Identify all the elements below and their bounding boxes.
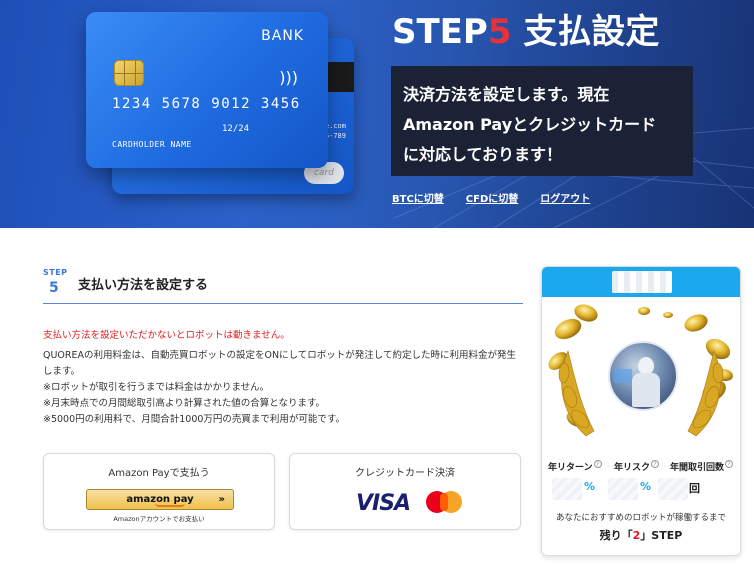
hero-links: BTCに切替 CFDに切替 ログアウト bbox=[392, 190, 590, 205]
hero-banner: the.com na6-789 card BANK ))) 1234 5678 … bbox=[0, 0, 754, 228]
credit-card-option[interactable]: クレジットカード決済 VISA bbox=[289, 453, 521, 530]
amazon-pay-subtext: Amazonアカウントでお支払い bbox=[113, 515, 205, 523]
stat-label: 年リターン bbox=[548, 463, 593, 473]
card-expiry: 12/24 bbox=[222, 124, 250, 134]
recommend-text: あなたにおすすめのロボットが稼働するまで bbox=[555, 513, 726, 523]
section-step-label: STEP bbox=[43, 268, 68, 277]
robot-screen bbox=[614, 369, 632, 383]
amazon-pay-button[interactable]: amazon pay » bbox=[86, 489, 234, 510]
hero-description: 決済方法を設定します。現在 Amazon Payとクレジットカード に対応してお… bbox=[403, 85, 657, 164]
stat-label: 年間取引回数 bbox=[670, 463, 725, 473]
stat-value-redacted bbox=[608, 478, 638, 500]
remaining-prefix: 残り「 bbox=[599, 529, 633, 542]
stat-annual-trades-label: 年間取引回数? bbox=[670, 460, 734, 473]
amazon-smile-icon bbox=[155, 503, 185, 507]
robot-image bbox=[608, 341, 678, 411]
stat-annual-return-label: 年リターン? bbox=[548, 460, 602, 473]
page-title-prefix: STEP bbox=[392, 12, 488, 52]
stat-value-redacted bbox=[552, 478, 582, 500]
robot-card-header bbox=[542, 267, 740, 297]
fee-note: ※月末時点での月間総取引高より計算された値の合算となります。 bbox=[43, 398, 326, 409]
stat-label: 年リスク bbox=[614, 463, 651, 473]
credit-card-front-illustration: BANK ))) 1234 5678 9012 3456 12/24 CARDH… bbox=[86, 12, 328, 168]
fee-note: QUOREAの利用料金は、自動売買ロボットの設定をONにしてロボットが発注して約… bbox=[43, 350, 517, 377]
help-icon[interactable]: ? bbox=[651, 460, 660, 468]
remaining-steps: 残り「2」STEP bbox=[542, 527, 740, 543]
stat-annual-risk-label: 年リスク? bbox=[614, 460, 660, 473]
credit-card-label: クレジットカード決済 bbox=[355, 468, 455, 479]
help-icon[interactable]: ? bbox=[593, 460, 602, 468]
magnetic-stripe bbox=[328, 62, 354, 92]
page-title: STEP5 支払設定 bbox=[392, 4, 659, 53]
card-bank-name: BANK bbox=[261, 28, 304, 44]
stat-value-redacted bbox=[658, 478, 688, 500]
card-number: 1234 5678 9012 3456 bbox=[112, 96, 301, 112]
section-step-number: 5 bbox=[49, 280, 59, 296]
section-title: 支払い方法を設定する bbox=[78, 278, 209, 293]
page-title-suffix: 支払設定 bbox=[511, 12, 660, 52]
mastercard-overlap bbox=[440, 493, 448, 511]
fee-note: ※ロボットが取引を行うまでは料金はかかりません。 bbox=[43, 382, 270, 393]
robot-body bbox=[632, 373, 660, 407]
warning-text: 支払い方法を設定いただかないとロボットは動きません。 bbox=[43, 330, 290, 341]
fee-notes: QUOREAの利用料金は、自動売買ロボットの設定をONにしてロボットが発注して約… bbox=[43, 348, 525, 428]
mastercard-logo-icon bbox=[426, 491, 462, 513]
stat-unit: 回 bbox=[689, 482, 700, 495]
card-holder: CARDHOLDER NAME bbox=[112, 140, 192, 149]
fee-note: ※5000円の利用料で、月間合計1000万円の売買まで利用が可能です。 bbox=[43, 414, 345, 425]
visa-logo-icon: VISA bbox=[356, 491, 411, 516]
switch-cfd-link[interactable]: CFDに切替 bbox=[466, 190, 518, 205]
section-header: STEP 5 支払い方法を設定する bbox=[43, 266, 523, 304]
amazon-pay-option[interactable]: Amazon Payで支払う amazon pay » Amazonアカウントで… bbox=[43, 453, 275, 530]
card-chip-icon bbox=[114, 60, 144, 86]
hero-description-box: 決済方法を設定します。現在 Amazon Payとクレジットカード に対応してお… bbox=[391, 66, 693, 176]
page-title-step-number: 5 bbox=[487, 12, 512, 52]
robot-name-redacted bbox=[612, 271, 672, 293]
remaining-suffix: 」STEP bbox=[640, 529, 683, 542]
logout-link[interactable]: ログアウト bbox=[540, 190, 590, 205]
contactless-icon: ))) bbox=[279, 68, 298, 87]
switch-btc-link[interactable]: BTCに切替 bbox=[392, 190, 444, 205]
stat-unit: % bbox=[640, 480, 652, 493]
double-chevron-right-icon: » bbox=[218, 494, 225, 505]
stat-unit: % bbox=[584, 480, 596, 493]
recommended-robot-card: 年リターン? 年リスク? 年間取引回数? % % 回 あなたにおすすめのロボット… bbox=[541, 266, 741, 556]
amazon-pay-label: Amazon Payで支払う bbox=[108, 468, 210, 479]
help-icon[interactable]: ? bbox=[725, 460, 734, 468]
